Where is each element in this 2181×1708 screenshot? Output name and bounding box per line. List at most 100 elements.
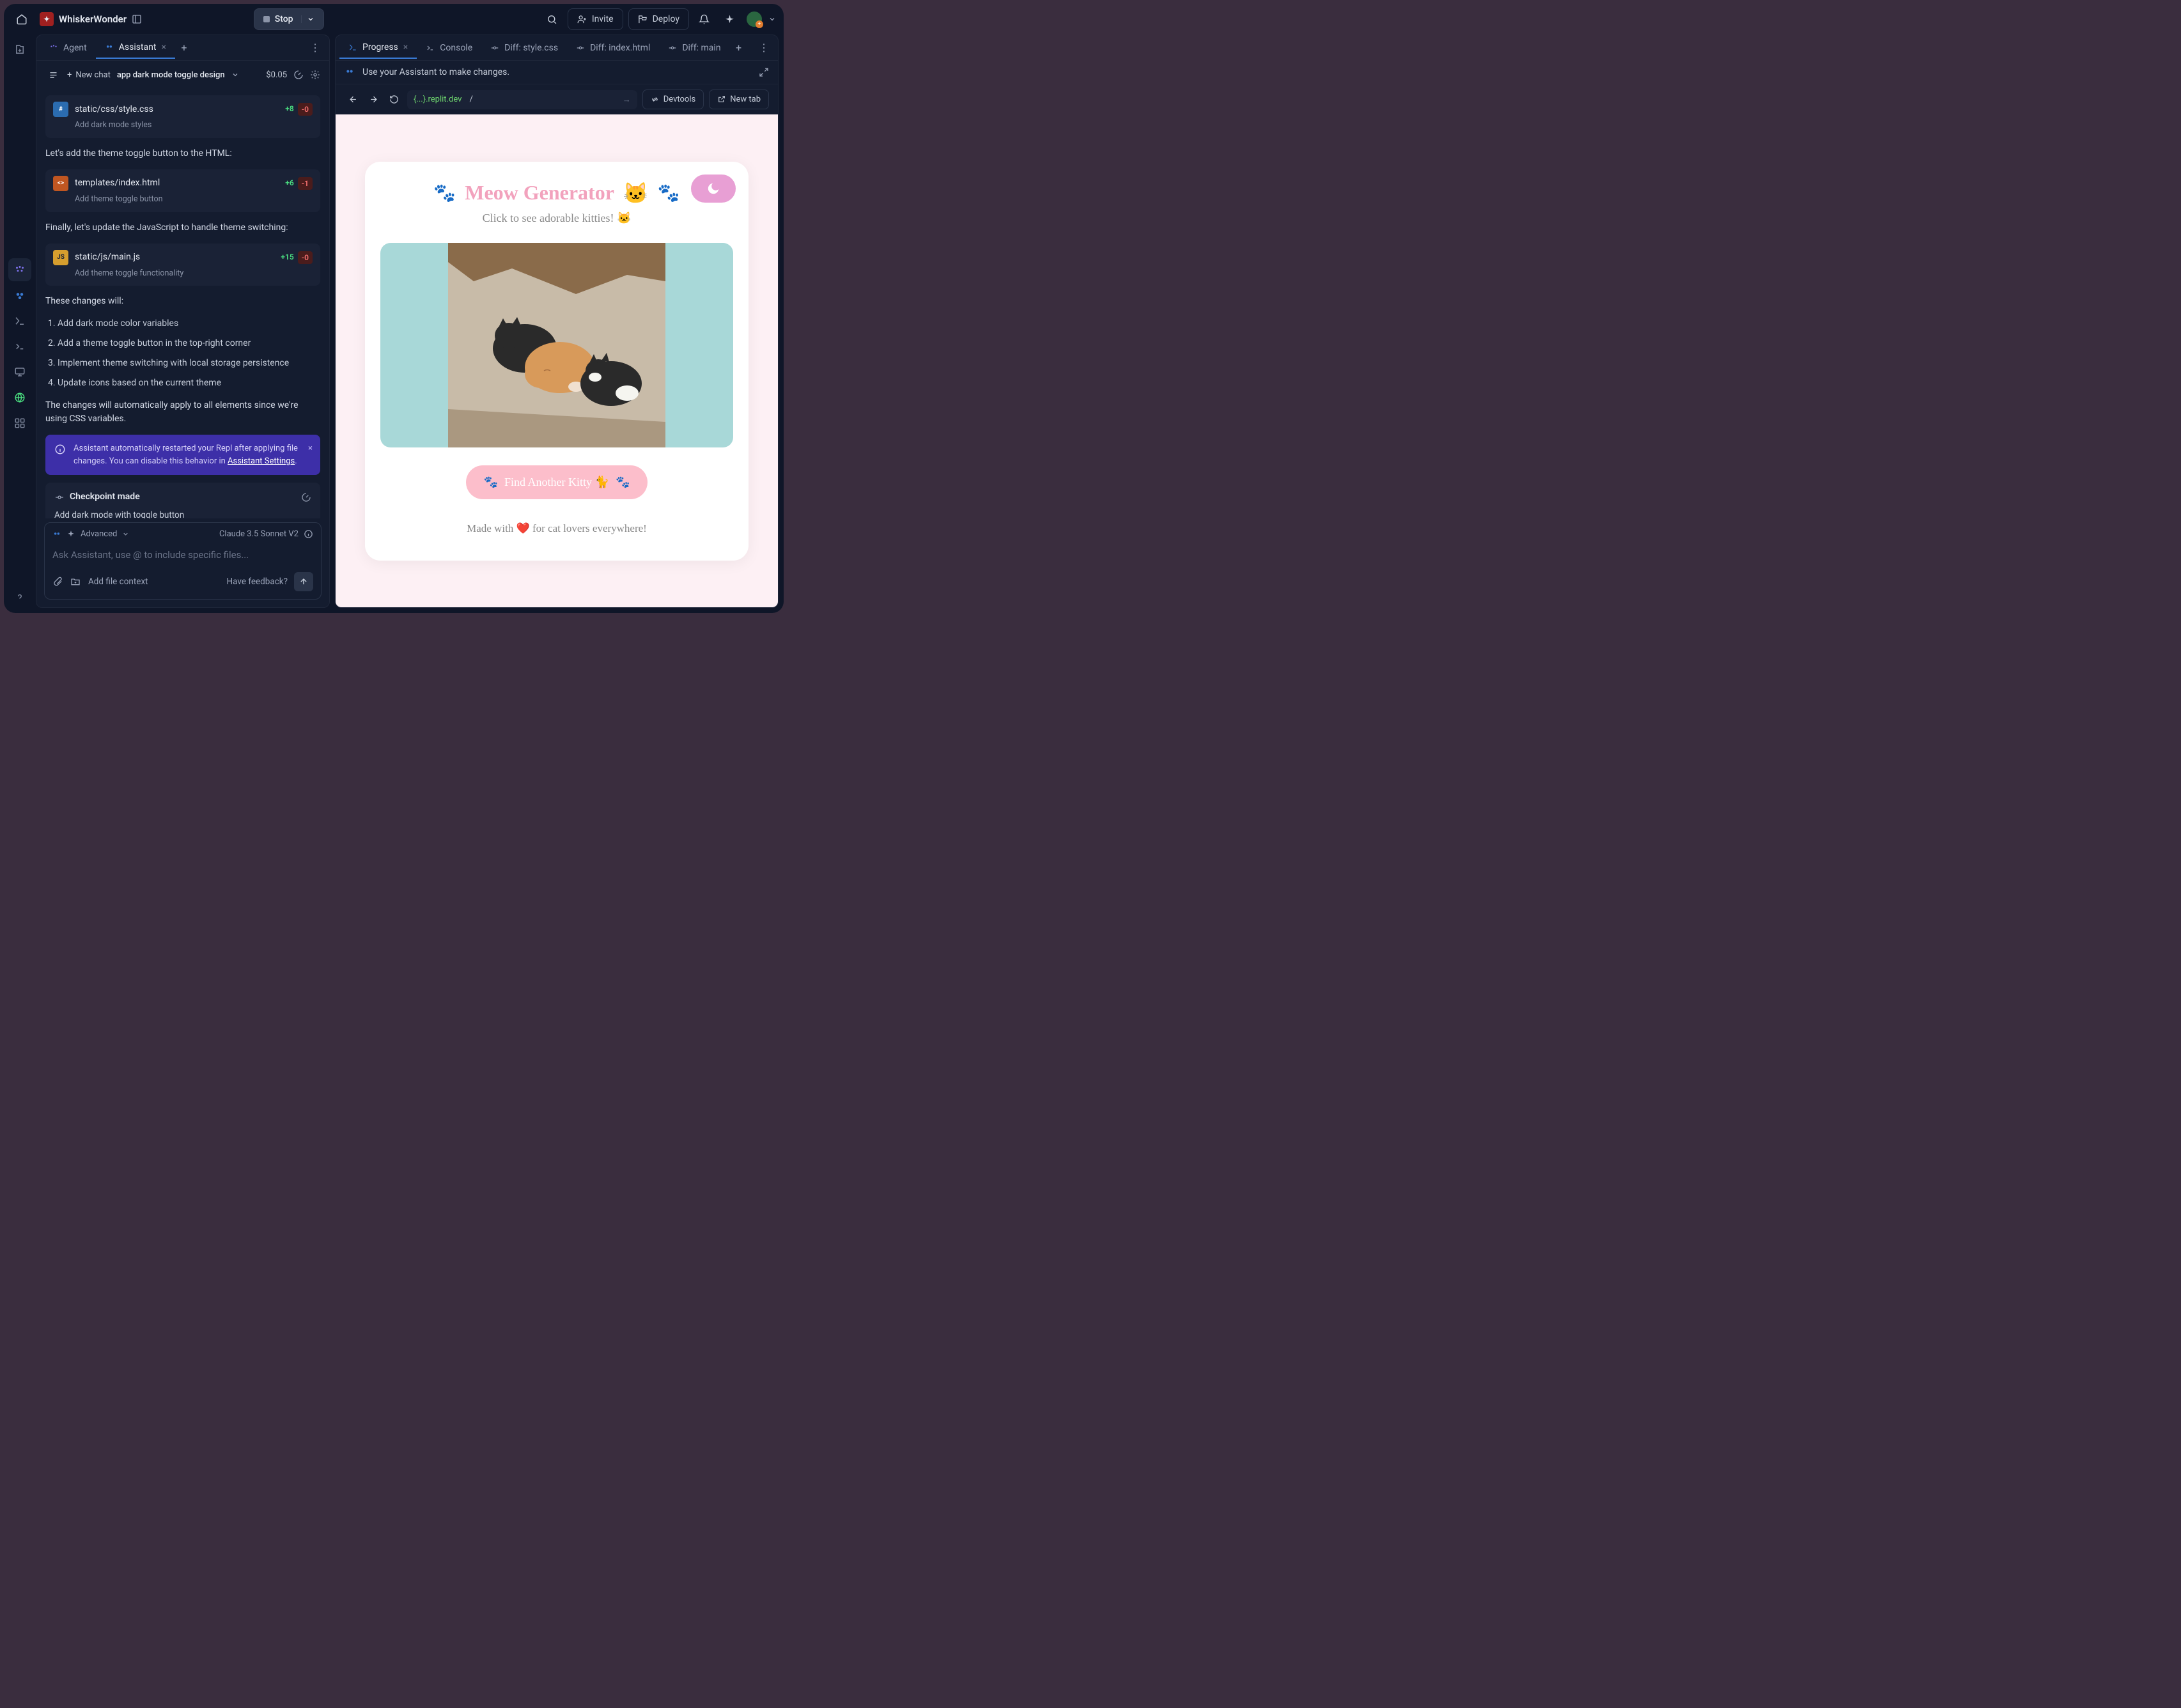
tab-assistant[interactable]: Assistant × <box>96 37 175 59</box>
assistant-message: Let's add the theme toggle button to the… <box>45 147 320 160</box>
preview-viewport[interactable]: 🐾 Meow Generator 🐱 🐾 Click to see adorab… <box>336 114 778 607</box>
globe-rail-icon[interactable] <box>8 386 31 409</box>
info-icon <box>54 444 66 455</box>
sparkle-icon[interactable] <box>720 9 740 29</box>
stop-label: Stop <box>275 14 293 24</box>
new-tab-label: New tab <box>730 95 761 104</box>
js-file-icon: JS <box>53 250 68 265</box>
list-item: 2. Add a theme toggle button in the top-… <box>48 337 320 350</box>
message-input[interactable]: Ask Assistant, use @ to include specific… <box>45 545 321 567</box>
assistant-settings-link[interactable]: Assistant Settings <box>228 456 295 466</box>
avatar[interactable]: + <box>745 10 763 28</box>
gauge-icon[interactable] <box>301 492 311 502</box>
find-kitty-label: Find Another Kitty 🐈 <box>504 476 609 489</box>
file-change-card[interactable]: <> templates/index.html +6 -1 Add theme … <box>45 169 320 212</box>
forward-icon[interactable] <box>365 91 382 108</box>
list-item: 1. Add dark mode color variables <box>48 317 320 330</box>
new-chat-button[interactable]: + New chat <box>67 70 111 80</box>
cat-emoji-icon: 🐱 <box>623 181 649 205</box>
banner-text: . <box>295 456 297 466</box>
chevron-down-icon[interactable] <box>231 71 239 79</box>
preview-title: 🐾 Meow Generator 🐱 🐾 <box>380 181 733 205</box>
monitor-rail-icon[interactable] <box>8 361 31 384</box>
shell-rail-icon[interactable] <box>8 335 31 358</box>
new-tab-button[interactable]: + <box>730 39 748 57</box>
find-kitty-button[interactable]: 🐾 Find Another Kitty 🐈 🐾 <box>466 465 648 499</box>
file-change-card[interactable]: JS static/js/main.js +15 -0 Add theme to… <box>45 244 320 286</box>
home-icon[interactable] <box>12 9 32 29</box>
agent-rail-icon[interactable] <box>8 258 31 281</box>
tab-diff-index[interactable]: Diff: index.html <box>567 38 659 58</box>
tab-overflow-menu[interactable]: ⋮ <box>305 42 325 54</box>
preview-title-text: Meow Generator <box>465 181 614 205</box>
close-icon[interactable]: × <box>308 442 313 455</box>
console-rail-icon[interactable] <box>8 309 31 332</box>
gauge-icon[interactable] <box>293 70 304 80</box>
back-icon[interactable] <box>345 91 361 108</box>
right-tabstrip: Progress × Console Diff: style.css Diff:… <box>336 35 778 61</box>
assistant-rail-icon[interactable] <box>8 284 31 307</box>
chat-title[interactable]: app dark mode toggle design <box>117 70 225 80</box>
cat-image <box>448 243 665 447</box>
project-name-text: WhiskerWonder <box>59 13 127 25</box>
tab-agent[interactable]: Agent <box>40 38 96 58</box>
advanced-toggle[interactable]: Advanced <box>81 529 117 539</box>
chevron-down-icon[interactable] <box>301 15 314 23</box>
reload-icon[interactable] <box>385 91 402 108</box>
files-rail-icon[interactable] <box>8 38 31 61</box>
file-change-card[interactable]: # static/css/style.css +8 -0 Add dark mo… <box>45 95 320 138</box>
stop-button[interactable]: Stop <box>254 8 324 30</box>
bell-icon[interactable] <box>694 9 715 29</box>
deploy-label: Deploy <box>653 14 679 24</box>
tab-progress[interactable]: Progress × <box>339 37 417 59</box>
chat-header: + New chat app dark mode toggle design $… <box>36 61 329 89</box>
tab-overflow-menu[interactable]: ⋮ <box>754 42 774 54</box>
tab-diff-main[interactable]: Diff: main <box>659 38 729 58</box>
search-icon[interactable] <box>542 9 563 29</box>
file-change-desc: Add theme toggle button <box>75 194 313 206</box>
gear-icon[interactable] <box>310 70 320 80</box>
layout-icon[interactable] <box>132 14 142 24</box>
invite-button[interactable]: Invite <box>568 8 623 30</box>
info-icon[interactable] <box>304 529 313 539</box>
url-bar: {...}.replit.dev / → Devtools New tab <box>336 84 778 114</box>
assistant-message: The changes will automatically apply to … <box>45 399 320 426</box>
close-icon[interactable]: × <box>403 42 408 52</box>
add-file-context-button[interactable]: Add file context <box>88 577 148 587</box>
project-name[interactable]: ✦ WhiskerWonder <box>40 12 142 26</box>
info-banner: Assistant automatically restarted your R… <box>45 435 320 475</box>
new-tab-button[interactable]: + <box>175 39 193 57</box>
assistant-icon <box>52 530 61 539</box>
send-button[interactable] <box>294 572 313 591</box>
tab-diff-label: Diff: index.html <box>590 43 650 53</box>
deletions-badge: -0 <box>298 103 313 116</box>
list-item: 3. Implement theme switching with local … <box>48 357 320 370</box>
maximize-icon[interactable] <box>759 67 769 77</box>
checkpoint-desc: Add dark mode with toggle button <box>54 509 311 518</box>
tab-console[interactable]: Console <box>417 38 481 58</box>
chat-body[interactable]: # static/css/style.css +8 -0 Add dark mo… <box>36 89 329 518</box>
deploy-button[interactable]: Deploy <box>628 8 689 30</box>
chevron-down-icon[interactable] <box>768 15 776 23</box>
file-name: static/js/main.js <box>75 251 140 264</box>
url-input[interactable]: {...}.replit.dev / → <box>407 90 637 109</box>
help-rail-icon[interactable] <box>8 590 31 613</box>
theme-toggle-button[interactable] <box>691 175 736 203</box>
attach-icon[interactable] <box>52 577 63 587</box>
arrow-right-icon[interactable]: → <box>623 95 631 105</box>
feedback-link[interactable]: Have feedback? <box>226 577 288 587</box>
apps-rail-icon[interactable] <box>8 412 31 435</box>
close-icon[interactable]: × <box>161 42 166 52</box>
left-tabstrip: Agent Assistant × + ⋮ <box>36 35 329 61</box>
folder-add-icon[interactable] <box>70 577 81 587</box>
model-name[interactable]: Claude 3.5 Sonnet V2 <box>219 529 299 539</box>
tab-diff-label: Diff: style.css <box>504 43 558 53</box>
preview-subtitle: Click to see adorable kitties! 🐱 <box>380 212 733 225</box>
tab-diff-style[interactable]: Diff: style.css <box>481 38 567 58</box>
chevron-down-icon[interactable] <box>122 531 129 538</box>
devtools-button[interactable]: Devtools <box>642 89 704 109</box>
moon-icon <box>706 182 720 196</box>
new-tab-button[interactable]: New tab <box>709 89 769 109</box>
history-icon[interactable] <box>45 67 61 82</box>
assistant-message: Finally, let's update the JavaScript to … <box>45 221 320 235</box>
